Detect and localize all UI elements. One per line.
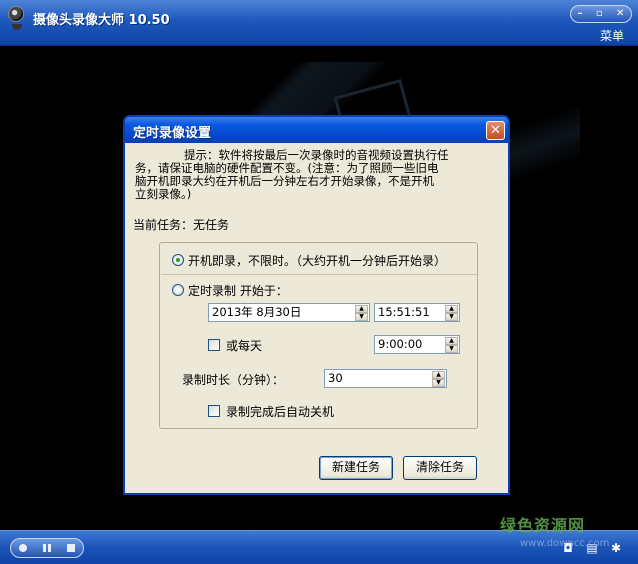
- title-bar[interactable]: 摄像头录像大师 10.50 – ▫ ✕ 菜单: [0, 0, 638, 46]
- daily-time-field[interactable]: 9:00:00 ▲ ▼: [374, 335, 460, 354]
- scheduled-record-radio[interactable]: [172, 284, 184, 296]
- menu-button[interactable]: 菜单: [600, 27, 624, 44]
- minimize-button[interactable]: –: [578, 9, 583, 19]
- divider: [161, 274, 477, 275]
- start-date-value: 2013年 8月30日: [212, 305, 302, 319]
- stop-icon[interactable]: [67, 544, 75, 552]
- clear-task-button[interactable]: 清除任务: [403, 456, 477, 480]
- duration-value: 30: [328, 371, 343, 385]
- record-icon[interactable]: [19, 544, 27, 552]
- camera-stand-icon: [12, 24, 22, 30]
- start-time-field[interactable]: 15:51:51 ▲ ▼: [374, 303, 460, 322]
- app-window: 摄像头录像大师 10.50 – ▫ ✕ 菜单 ◘ ▤ ✱ 绿色资源网 www.d…: [0, 0, 638, 564]
- auto-shutdown-label[interactable]: 录制完成后自动关机: [226, 403, 334, 420]
- dialog-close-button[interactable]: ✕: [486, 121, 505, 140]
- daily-checkbox[interactable]: [208, 339, 220, 351]
- duration-label: 录制时长（分钟）：: [182, 373, 285, 387]
- boot-record-label[interactable]: 开机即录，不限时。（大约开机一分钟后开始录）: [188, 252, 446, 269]
- app-title: 摄像头录像大师 10.50: [33, 13, 170, 28]
- start-date-field[interactable]: 2013年 8月30日 ▲ ▼: [208, 303, 370, 322]
- hint-line: 立刻录像。): [135, 187, 192, 201]
- watermark: 绿色资源网: [500, 516, 586, 535]
- daily-label[interactable]: 或每天: [226, 337, 262, 354]
- camera-logo-icon: [8, 6, 24, 22]
- current-task: 当前任务：无任务: [133, 218, 230, 232]
- auto-shutdown-checkbox[interactable]: [208, 405, 220, 417]
- dialog-title-bar[interactable]: 定时录像设置 ✕: [125, 117, 508, 143]
- settings-icon[interactable]: ✱: [609, 541, 623, 555]
- time-spinner[interactable]: ▲ ▼: [445, 305, 458, 321]
- start-time-value: 15:51:51: [378, 305, 430, 319]
- duration-spinner[interactable]: ▲ ▼: [432, 371, 445, 387]
- boot-record-radio[interactable]: [172, 254, 184, 266]
- window-controls: – ▫ ✕: [570, 5, 632, 23]
- scheduled-record-label[interactable]: 定时录制 开始于：: [188, 282, 288, 299]
- daily-time-spinner[interactable]: ▲ ▼: [445, 337, 458, 353]
- playback-controls: [10, 538, 84, 558]
- daily-time-value: 9:00:00: [378, 337, 423, 351]
- watermark-url: www.downcc.com: [520, 538, 610, 549]
- options-group: 开机即录，不限时。（大约开机一分钟后开始录） 定时录制 开始于： 2013年 8…: [159, 242, 478, 429]
- schedule-dialog: 定时录像设置 ✕ 提示：软件将按最后一次录像时的音视频设置执行任 务，请保证电脑…: [123, 115, 510, 495]
- new-task-button[interactable]: 新建任务: [319, 456, 393, 480]
- date-spinner[interactable]: ▲ ▼: [355, 305, 368, 321]
- hint-text: 提示：软件将按最后一次录像时的音视频设置执行任 务，请保证电脑的硬件配置不变。(…: [135, 149, 495, 201]
- close-button[interactable]: ✕: [616, 9, 624, 19]
- maximize-button[interactable]: ▫: [596, 9, 603, 19]
- duration-field[interactable]: 30 ▲ ▼: [324, 369, 447, 388]
- pause-icon[interactable]: [43, 544, 51, 552]
- dialog-title: 定时录像设置: [133, 126, 212, 141]
